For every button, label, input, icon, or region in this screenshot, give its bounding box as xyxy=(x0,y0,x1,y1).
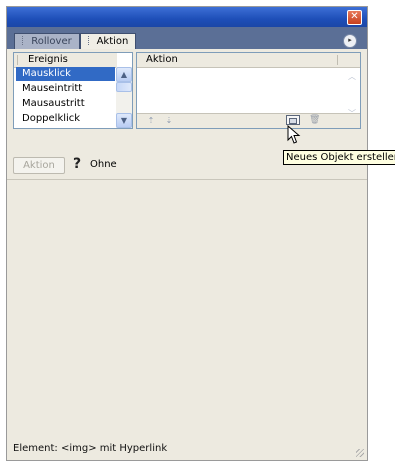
chevron-up-icon[interactable]: ︿ xyxy=(348,71,356,82)
tooltip: Neues Objekt erstellen xyxy=(283,150,395,165)
event-item-mausaustritt[interactable]: Mausaustritt xyxy=(16,97,115,111)
grip-icon xyxy=(87,36,92,45)
trash-icon[interactable]: 🗑 xyxy=(309,115,320,126)
tab-rollover[interactable]: Rollover xyxy=(14,33,80,49)
action-value-label: Ohne xyxy=(90,159,117,170)
event-item-mausklick[interactable]: Mausklick xyxy=(16,67,115,81)
actions-toolbar: ⇡ ⇣ 🗑 xyxy=(137,113,360,128)
actions-list: Aktion ︿ ﹀ ⇡ ⇣ 🗑 xyxy=(136,52,361,129)
events-list: Ereignis Mausklick Mauseintritt Mausaust… xyxy=(13,52,133,129)
status-text: Element: <img> mit Hyperlink xyxy=(13,443,168,454)
resize-grip-icon[interactable] xyxy=(356,449,364,457)
arrow-up-icon[interactable]: ⇡ xyxy=(145,115,157,126)
cursor-icon xyxy=(287,125,301,144)
tab-aktion[interactable]: Aktion xyxy=(80,33,136,49)
tab-strip: Rollover Aktion ▸ xyxy=(7,27,367,49)
title-bar[interactable]: ✕ xyxy=(7,7,367,27)
events-column-header[interactable]: Ereignis xyxy=(14,53,117,68)
arrow-down-icon[interactable]: ⇣ xyxy=(163,115,175,126)
divider xyxy=(7,179,367,180)
tab-aktion-label: Aktion xyxy=(96,36,129,47)
scroll-thumb[interactable] xyxy=(116,82,132,92)
close-button[interactable]: ✕ xyxy=(347,10,362,25)
event-item-doppelklick[interactable]: Doppelklick xyxy=(16,112,115,126)
question-icon: ? xyxy=(73,156,82,172)
new-object-icon[interactable] xyxy=(286,115,300,125)
actions-scrollbar[interactable]: ︿ ﹀ xyxy=(346,71,358,119)
panel-menu-icon[interactable]: ▸ xyxy=(343,34,357,48)
aktion-button[interactable]: Aktion xyxy=(13,157,65,174)
events-scrollbar[interactable]: ▲ ▼ xyxy=(116,67,132,128)
tab-rollover-label: Rollover xyxy=(31,36,72,47)
scroll-up-icon[interactable]: ▲ xyxy=(116,67,132,82)
actions-column-header[interactable]: Aktion xyxy=(137,53,360,68)
behaviors-panel-window: ✕ Rollover Aktion ▸ Ereignis Mausklick M… xyxy=(6,6,368,461)
event-item-mauseintritt[interactable]: Mauseintritt xyxy=(16,82,115,96)
grip-icon xyxy=(22,36,26,45)
scroll-down-icon[interactable]: ▼ xyxy=(116,113,132,128)
